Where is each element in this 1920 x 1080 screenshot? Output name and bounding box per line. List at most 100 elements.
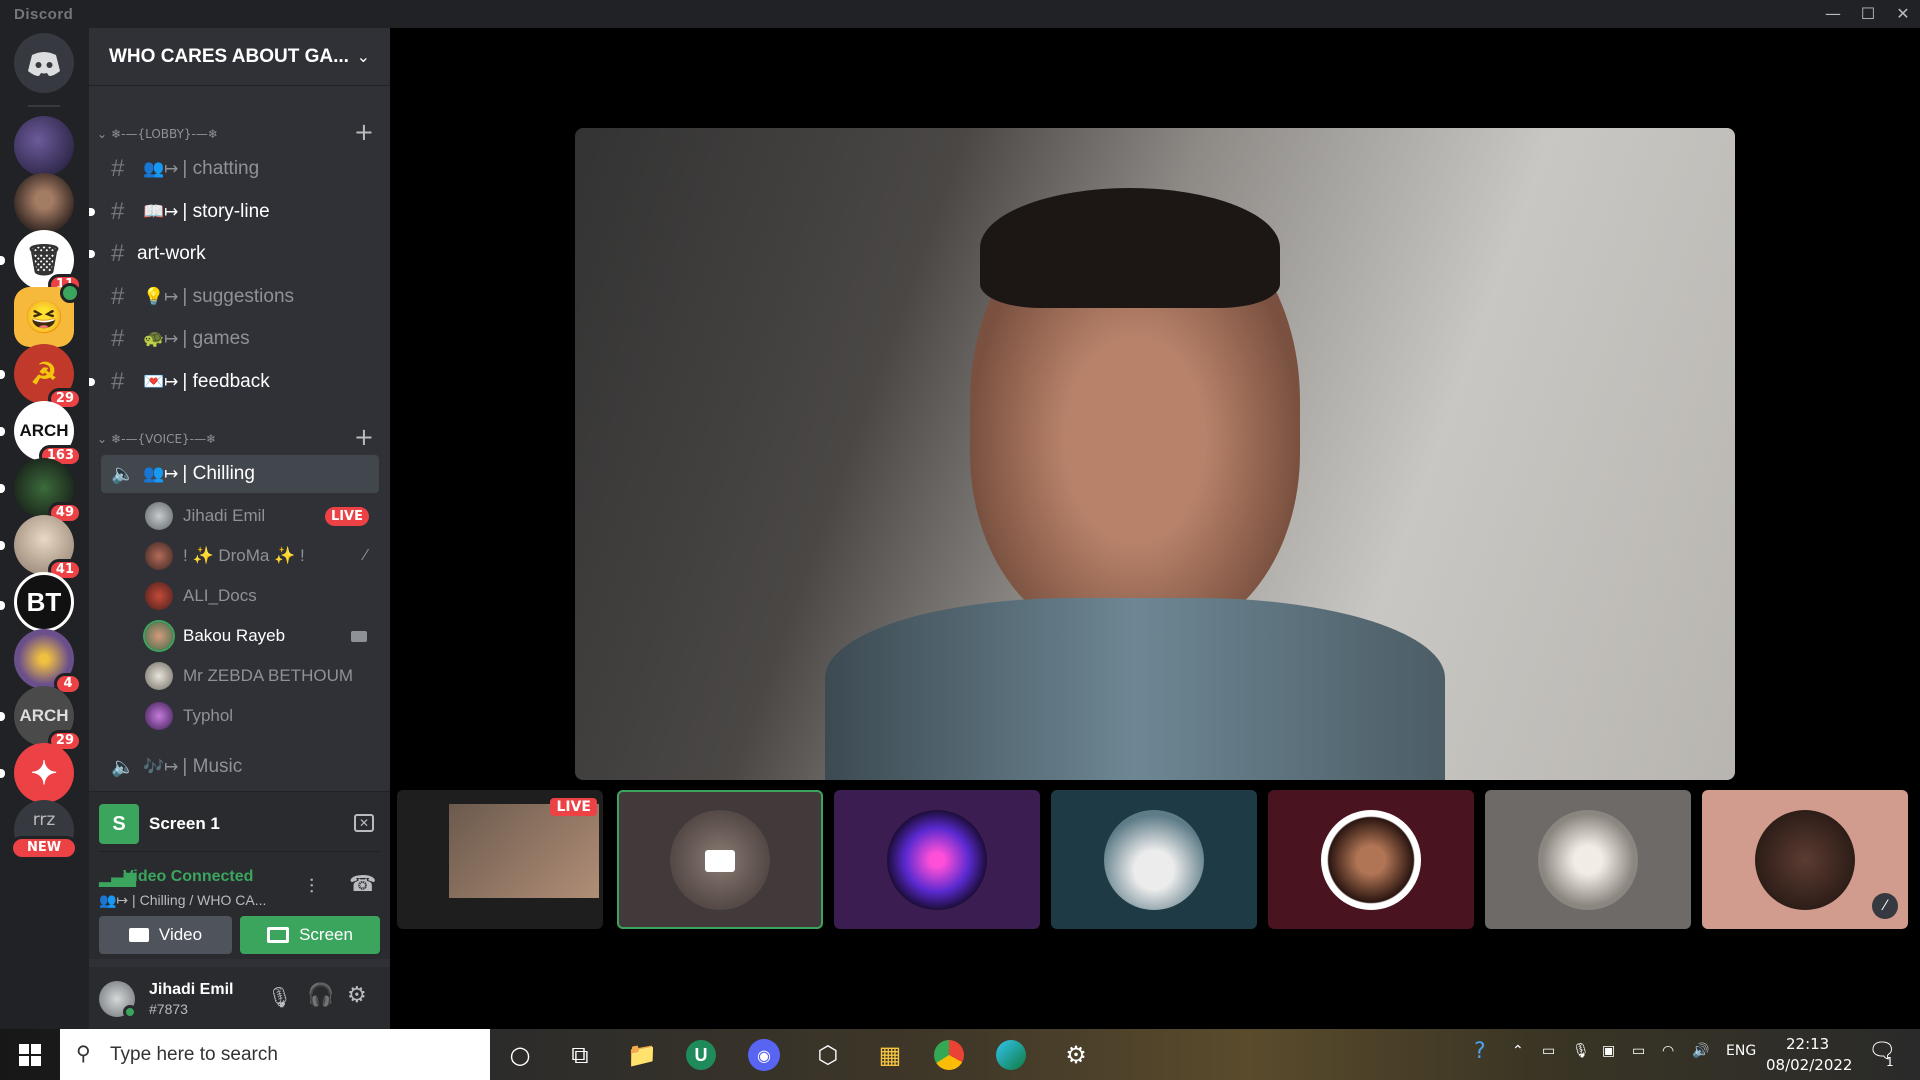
voice-connection-status[interactable]: ▂▄▆ Video Connected 👥↦ | Chilling / WHO … bbox=[99, 866, 380, 914]
voice-member[interactable]: Typhol bbox=[145, 698, 379, 734]
disconnect-icon[interactable]: ☎ bbox=[349, 872, 376, 897]
server-header[interactable]: WHO CARES ABOUT GA... ⌄ bbox=[89, 28, 390, 86]
channel-emoji: 👥↦ bbox=[143, 464, 179, 483]
channel-emoji: 👥↦ bbox=[143, 159, 179, 178]
screen-share-icon bbox=[267, 927, 290, 943]
camera-icon[interactable]: ▭ bbox=[1542, 1043, 1555, 1059]
volume-icon[interactable]: 🔊 bbox=[1692, 1043, 1709, 1059]
server-emoji-icon[interactable]: 😆 bbox=[14, 283, 80, 347]
stop-streaming-icon[interactable]: ✕ bbox=[354, 814, 374, 832]
screen-button[interactable]: Screen bbox=[240, 916, 380, 954]
clock-time[interactable]: 22:13 bbox=[1786, 1035, 1829, 1053]
channel-label: | games bbox=[182, 328, 250, 349]
discord-home-button[interactable] bbox=[14, 33, 74, 93]
garlic-tile[interactable] bbox=[1485, 790, 1691, 929]
chevron-up-icon[interactable]: ⌃ bbox=[1512, 1043, 1524, 1059]
microphone-icon[interactable]: 🎙 bbox=[267, 985, 292, 1009]
avatar bbox=[145, 542, 173, 570]
voice-member[interactable]: ALI_Docs bbox=[145, 578, 379, 614]
gear-icon[interactable]: ⚙ bbox=[347, 983, 367, 1008]
voice-member[interactable]: Jihadi Emil LIVE bbox=[145, 498, 379, 534]
task-view-icon[interactable]: ⧉ bbox=[562, 1037, 598, 1073]
voice-member[interactable]: Mr ZEBDA BETHOUM bbox=[145, 658, 379, 694]
start-button[interactable] bbox=[0, 1029, 60, 1080]
main-video-feed[interactable] bbox=[575, 128, 1735, 780]
discord-icon[interactable]: ◉ bbox=[748, 1039, 780, 1071]
channel-games[interactable]: # 🐢↦ | games bbox=[101, 320, 379, 358]
unread-indicator bbox=[0, 541, 5, 550]
server-trash-icon[interactable]: 🗑 11 bbox=[0, 230, 82, 296]
category-lobby[interactable]: ⌄ ❄-—{LOBBY}-—❄ + bbox=[97, 118, 382, 146]
screen-label: Screen 1 bbox=[149, 814, 220, 833]
channel-emoji: 📖↦ bbox=[143, 202, 179, 221]
rail-divider bbox=[28, 105, 60, 107]
minimize-button[interactable]: — bbox=[1818, 2, 1848, 26]
category-label: ❄-—{VOICE}-—❄ bbox=[111, 432, 217, 446]
old-man-tile[interactable] bbox=[1051, 790, 1257, 929]
edge-icon[interactable] bbox=[996, 1040, 1026, 1070]
channel-suggestions[interactable]: # 💡↦ | suggestions bbox=[101, 278, 379, 316]
avatar bbox=[145, 622, 173, 650]
avatar bbox=[1321, 810, 1421, 910]
language-indicator[interactable]: ENG bbox=[1726, 1043, 1756, 1059]
screen-share-card[interactable]: S Screen 1 ✕ bbox=[99, 800, 380, 852]
voice-member[interactable]: ! ✨ DroMa ✨ ! ⁄ bbox=[145, 538, 379, 574]
display-icon[interactable]: ▣ bbox=[1602, 1043, 1615, 1059]
virtualbox-icon[interactable]: ⬡ bbox=[810, 1037, 846, 1073]
close-button[interactable]: ✕ bbox=[1888, 2, 1918, 26]
file-explorer-icon[interactable]: 📁 bbox=[624, 1037, 660, 1073]
upwork-icon[interactable]: U bbox=[686, 1040, 716, 1070]
member-name: Typhol bbox=[183, 706, 234, 725]
avatar bbox=[145, 662, 173, 690]
server-arch-icon[interactable]: ARCH 163 bbox=[0, 401, 82, 467]
neon-mask-tile[interactable] bbox=[834, 790, 1040, 929]
create-channel-icon[interactable]: + bbox=[354, 118, 374, 146]
video-button[interactable]: Video bbox=[99, 916, 232, 954]
server-anime-icon[interactable]: 41 bbox=[0, 515, 82, 581]
chrome-icon[interactable] bbox=[934, 1040, 964, 1070]
screen-share-tile[interactable]: LIVE bbox=[397, 790, 603, 929]
channel-art-work[interactable]: # art-work bbox=[89, 235, 379, 273]
maximize-button[interactable]: ☐ bbox=[1853, 2, 1883, 26]
unread-indicator bbox=[0, 256, 5, 265]
bearded-man-tile[interactable] bbox=[1268, 790, 1474, 929]
settings-gear-icon[interactable]: ⚙ bbox=[1058, 1037, 1094, 1073]
voice-channel-chilling[interactable]: 🔈 👥↦ | Chilling bbox=[101, 455, 379, 493]
windows-taskbar: ⚲ Type here to search ○ ⧉ 📁 U ◉ ⬡ ▦ ⚙ ? … bbox=[0, 1029, 1920, 1080]
dark-photo-tile[interactable]: ⁄ bbox=[1702, 790, 1908, 929]
channel-story-line[interactable]: # 📖↦ | story-line bbox=[89, 193, 379, 231]
server-rrz-icon[interactable]: rrz NEW bbox=[10, 800, 78, 860]
channel-emoji: 🐢↦ bbox=[143, 329, 179, 348]
server-dark-icon[interactable] bbox=[14, 116, 74, 176]
battery-icon[interactable]: ▭ bbox=[1632, 1043, 1645, 1059]
create-channel-icon[interactable]: + bbox=[354, 423, 374, 451]
microphone-icon[interactable]: 🎙 bbox=[1572, 1043, 1590, 1059]
wifi-icon[interactable]: ◠ bbox=[1662, 1043, 1674, 1059]
server-avatar-man-icon[interactable] bbox=[14, 173, 74, 233]
server-red-star-icon[interactable]: ✦ bbox=[0, 743, 74, 803]
cortana-icon[interactable]: ○ bbox=[502, 1037, 538, 1073]
voice-channel-music[interactable]: 🔈 🎶↦ | Music bbox=[101, 748, 379, 786]
noise-suppression-icon[interactable]: ⫶ bbox=[309, 874, 314, 898]
sticky-app-icon[interactable]: ▦ bbox=[872, 1037, 908, 1073]
headphones-icon[interactable]: 🎧 bbox=[307, 983, 334, 1008]
category-voice[interactable]: ⌄ ❄-—{VOICE}-—❄ + bbox=[97, 423, 382, 451]
voice-member[interactable]: Bakou Rayeb bbox=[145, 618, 379, 654]
channel-chatting[interactable]: # 👥↦ | chatting bbox=[101, 150, 379, 188]
clock-date[interactable]: 08/02/2022 bbox=[1766, 1056, 1852, 1074]
server-hammer-sickle-icon[interactable]: ☭ 29 bbox=[0, 344, 82, 410]
online-status-icon bbox=[123, 1005, 137, 1019]
taskbar-search-input[interactable]: ⚲ Type here to search bbox=[60, 1029, 490, 1080]
server-bt-icon[interactable]: BT bbox=[0, 572, 74, 632]
channel-feedback[interactable]: # 💌↦ | feedback bbox=[89, 363, 379, 401]
server-arch-2-icon[interactable]: ARCH 29 bbox=[0, 686, 82, 752]
video-camera-icon bbox=[128, 928, 149, 942]
help-icon[interactable]: ? bbox=[1474, 1039, 1486, 1064]
server-colorful-icon[interactable]: 4 bbox=[14, 629, 82, 695]
member-name: ! ✨ DroMa ✨ ! bbox=[183, 546, 305, 565]
video-button-label: Video bbox=[158, 925, 203, 944]
avatar bbox=[145, 702, 173, 730]
screen-app-icon: S bbox=[99, 804, 139, 844]
server-ggg-icon[interactable]: 49 bbox=[0, 458, 82, 524]
camera-off-tile[interactable] bbox=[617, 790, 823, 929]
